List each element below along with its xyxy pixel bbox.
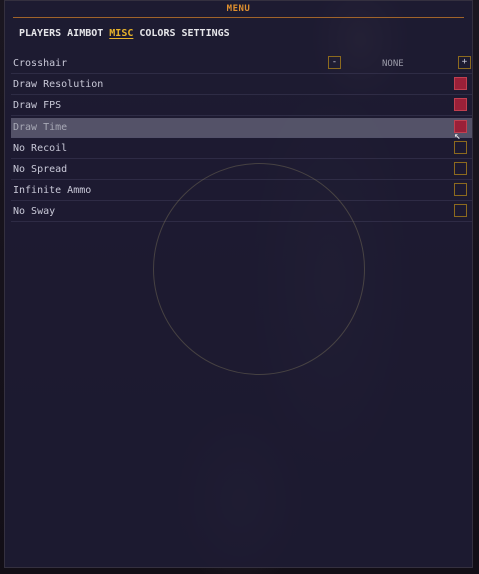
menu-title: MENU	[226, 4, 251, 14]
infinite-ammo-checkbox[interactable]	[454, 183, 467, 196]
option-row-draw-time[interactable]: Draw Time	[11, 118, 472, 138]
tab-bar: PLAYERS AIMBOT MISC COLORS SETTINGS	[19, 27, 230, 41]
option-label: No Recoil	[13, 143, 68, 154]
crosshair-value: NONE	[382, 59, 404, 69]
crosshair-decrement-button[interactable]: -	[328, 56, 341, 69]
option-label: Draw Resolution	[13, 79, 104, 90]
crosshair-row: Crosshair - NONE +	[11, 54, 472, 74]
tab-aimbot[interactable]: AIMBOT	[67, 27, 103, 41]
option-row-no-recoil[interactable]: No Recoil	[11, 139, 472, 159]
option-label: No Spread	[13, 164, 68, 175]
title-divider	[13, 17, 464, 18]
option-label: Draw FPS	[13, 100, 62, 111]
draw-resolution-checkbox[interactable]	[454, 77, 467, 90]
option-row-draw-resolution[interactable]: Draw Resolution	[11, 75, 472, 95]
crosshair-label: Crosshair	[13, 58, 68, 69]
option-label: Infinite Ammo	[13, 185, 92, 196]
option-label: Draw Time	[13, 122, 68, 133]
tab-misc[interactable]: MISC	[109, 27, 133, 41]
crosshair-increment-button[interactable]: +	[458, 56, 471, 69]
option-row-draw-fps[interactable]: Draw FPS	[11, 96, 472, 116]
draw-fps-checkbox[interactable]	[454, 98, 467, 111]
no-sway-checkbox[interactable]	[454, 204, 467, 217]
tab-colors[interactable]: COLORS	[139, 27, 175, 41]
no-spread-checkbox[interactable]	[454, 162, 467, 175]
tab-players[interactable]: PLAYERS	[19, 27, 61, 41]
no-recoil-checkbox[interactable]	[454, 141, 467, 154]
tab-settings[interactable]: SETTINGS	[182, 27, 230, 41]
option-label: No Sway	[13, 206, 56, 217]
mouse-cursor-icon: ↖	[454, 129, 461, 142]
fov-circle	[153, 163, 365, 375]
